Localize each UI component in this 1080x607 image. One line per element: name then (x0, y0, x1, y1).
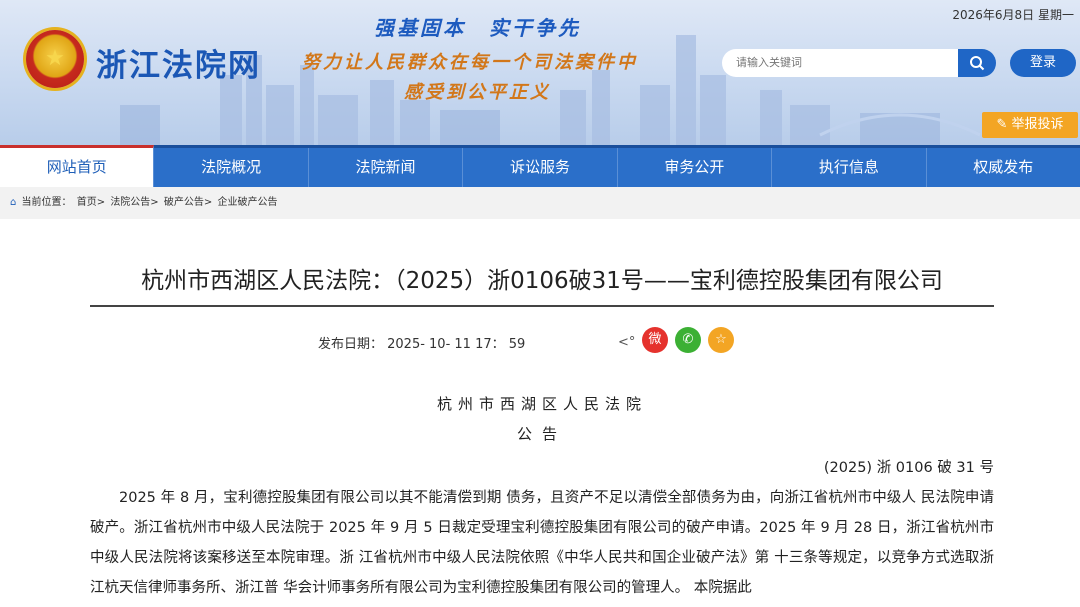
search-button[interactable] (958, 49, 996, 77)
breadcrumb-court-notices[interactable]: 法院公告> (110, 197, 158, 208)
nav-item-enforcement-info[interactable]: 执行信息 (772, 148, 927, 187)
site-title[interactable]: 浙江法院网 (96, 40, 261, 85)
breadcrumb-enterprise-bankruptcy[interactable]: 企业破产公告 (217, 197, 277, 208)
body-paragraph: 2025 年 8 月，宝利德控股集团有限公司以其不能清偿到期 债务，且资产不足以… (90, 490, 994, 596)
search-input[interactable] (722, 49, 958, 77)
slogan-top: 强基固本 实干争先 (374, 16, 581, 40)
article-title: 杭州市西湖区人民法院：（2025）浙0106破31号——宝利德控股集团有限公司 (90, 261, 994, 307)
breadcrumb: ⌂ 当前位置： 首页> 法院公告> 破产公告> 企业破产公告 (0, 187, 1080, 219)
nav-item-home[interactable]: 网站首页 (0, 145, 155, 187)
article-body: 杭州市西湖区人民法院 公告 (2025) 浙 0106 破 31 号 2025 … (90, 389, 994, 603)
breadcrumb-bankruptcy-notices[interactable]: 破产公告> (164, 197, 212, 208)
court-emblem-icon: ★ (26, 30, 84, 88)
search-icon (970, 56, 985, 71)
current-date: 2026年6月8日 星期一 (952, 8, 1074, 22)
weibo-icon[interactable]: 微 (642, 327, 668, 353)
main-nav: 网站首页 法院概况 法院新闻 诉讼服务 审务公开 执行信息 权威发布 (0, 145, 1080, 187)
report-label: 举报投诉 (1011, 117, 1064, 132)
publish-date: 发布日期： 2025- 10- 11 17： 59 (318, 337, 526, 352)
notice-heading: 公告 (516, 425, 567, 443)
breadcrumb-prefix: 当前位置： (21, 197, 72, 208)
share-icon: <° (618, 335, 636, 350)
nav-item-court-news[interactable]: 法院新闻 (309, 148, 464, 187)
breadcrumb-home[interactable]: 首页> (77, 197, 105, 208)
court-name: 杭州市西湖区人民法院 (436, 395, 647, 413)
nav-item-court-overview[interactable]: 法院概况 (154, 148, 309, 187)
site-header: 2026年6月8日 星期一 ★ 浙江法院网 强基固本 实干争先 努力让人民群众在… (0, 0, 1080, 145)
nav-item-official-releases[interactable]: 权威发布 (927, 148, 1080, 187)
article-meta: 发布日期： 2025- 10- 11 17： 59 <° 微 ✆ ☆ (0, 327, 1080, 357)
report-complaint-button[interactable]: ✎ 举报投诉 (982, 112, 1078, 138)
edit-icon: ✎ (996, 117, 1008, 132)
wechat-icon[interactable]: ✆ (675, 327, 701, 353)
star-icon[interactable]: ☆ (708, 327, 734, 353)
slogan-line-2: 感受到公平正义 (404, 82, 551, 103)
nav-item-litigation-services[interactable]: 诉讼服务 (463, 148, 618, 187)
case-number: (2025) 浙 0106 破 31 号 (823, 460, 994, 476)
slogan-line-1: 努力让人民群众在每一个司法案件中 (302, 52, 638, 73)
home-icon: ⌂ (10, 197, 17, 208)
nav-item-judicial-openness[interactable]: 审务公开 (618, 148, 773, 187)
login-button[interactable]: 登录 (1010, 49, 1076, 77)
